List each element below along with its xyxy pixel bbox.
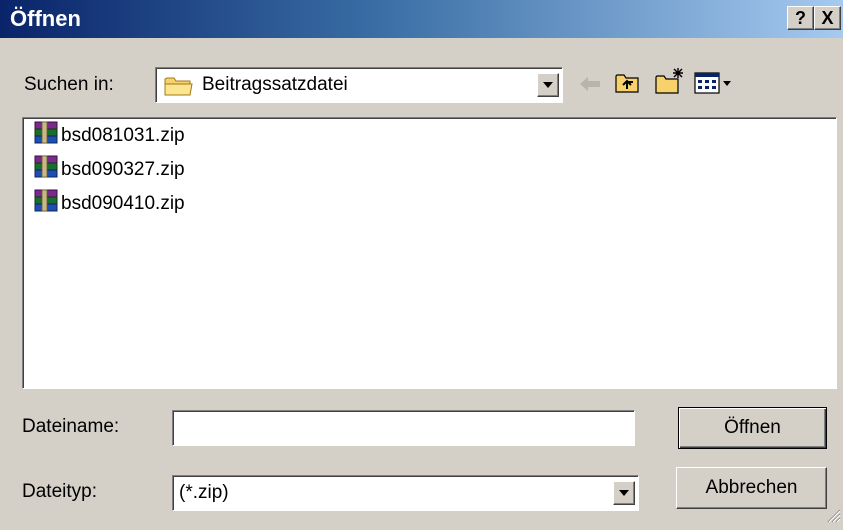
chevron-down-icon [543,82,553,88]
new-folder-icon[interactable] [654,66,686,101]
winrar-archive-icon [33,188,59,220]
title-bar[interactable]: Öffnen ? X [0,0,843,38]
close-button[interactable]: X [814,6,841,30]
lookin-label: Suchen in: [24,74,114,95]
list-item[interactable]: bsd090410.zip [33,188,185,220]
list-item[interactable]: bsd081031.zip [33,120,185,152]
folder-icon [164,75,194,102]
winrar-archive-icon [33,154,59,186]
lookin-folder-name: Beitragssatzdatei [202,74,348,95]
resize-grip-icon[interactable] [825,507,841,528]
file-name: bsd090410.zip [61,193,185,214]
cancel-button[interactable]: Abbrechen [676,467,827,509]
filetype-label: Dateityp: [22,481,97,502]
filetype-combobox[interactable]: (*.zip) [172,475,639,511]
lookin-dropdown-button[interactable] [537,73,559,97]
filetype-value: (*.zip) [179,482,229,503]
file-list[interactable]: bsd081031.zip bsd090327.zip bsd090410.zi… [22,117,837,389]
file-name: bsd090327.zip [61,159,185,180]
filename-label: Dateiname: [22,416,120,437]
view-menu-icon[interactable] [694,71,734,100]
window-title: Öffnen [10,6,81,31]
open-file-dialog: Öffnen ? X Suchen in: Beitragssatzdatei [0,0,843,530]
filetype-dropdown-button[interactable] [613,481,635,505]
up-folder-icon[interactable] [614,71,640,100]
winrar-archive-icon [33,120,59,152]
chevron-down-icon [619,490,629,496]
help-button[interactable]: ? [787,6,814,30]
lookin-combobox[interactable]: Beitragssatzdatei [155,67,563,103]
list-item[interactable]: bsd090327.zip [33,154,185,186]
back-arrow-icon[interactable] [578,74,602,99]
open-button[interactable]: Öffnen [678,407,827,449]
file-name: bsd081031.zip [61,125,185,146]
filename-input[interactable] [172,410,635,446]
